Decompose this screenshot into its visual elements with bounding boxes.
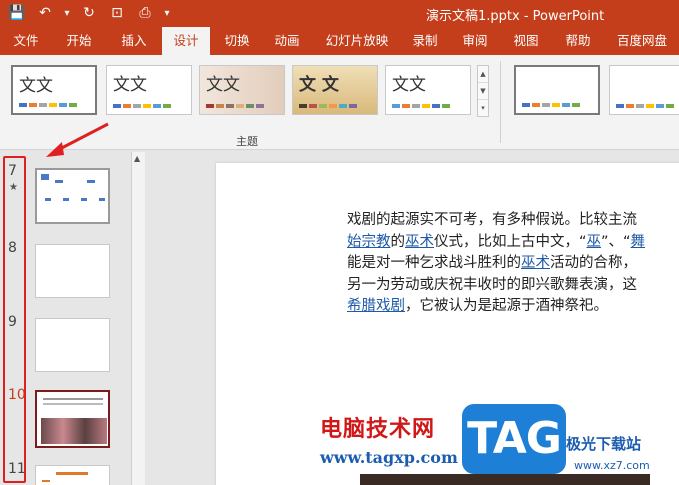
watermark-site-name: 电脑技术网 [320, 417, 436, 442]
theme-gallery-scroll[interactable]: ▲ ▼ ▾ [477, 65, 489, 117]
text-line: 希腊戏剧，它被认为是起源于酒神祭祀。 [347, 298, 608, 314]
thumbnail-scrollbar[interactable]: ▲ [131, 152, 145, 485]
theme-sample-text: 文 文 [299, 75, 339, 95]
theme-2[interactable]: 文文 [106, 65, 192, 115]
tab-home[interactable]: 开始 [58, 27, 100, 55]
quick-access-toolbar: 💾 ↶ ▾ ↻ ⊡ ⎙ ▾ [6, 2, 172, 24]
theme-sample-text: 文文 [392, 75, 426, 95]
save-icon[interactable]: 💾 [6, 2, 28, 24]
tab-record[interactable]: 录制 [404, 27, 446, 55]
watermark-url: www.tagxp.com [320, 448, 458, 467]
theme-3[interactable]: 文文 [199, 65, 285, 115]
tab-slideshow[interactable]: 幻灯片放映 [318, 27, 396, 55]
tab-transitions[interactable]: 切换 [216, 27, 258, 55]
variant-1[interactable] [514, 65, 600, 115]
theme-sample-text: 文文 [206, 75, 240, 95]
theme-swatches [206, 104, 264, 108]
watermark-download-site: 极光下载站 [566, 435, 642, 453]
text-line: 能是对一种乞求战斗胜利的巫术活动的合称， [347, 255, 637, 271]
hyperlink[interactable]: 始宗教 [347, 234, 391, 250]
ribbon-tab-bar: 文件 开始 插入 设计 切换 动画 幻灯片放映 录制 审阅 视图 帮助 百度网盘 [0, 27, 679, 55]
gallery-down-icon[interactable]: ▼ [478, 83, 488, 100]
tab-design[interactable]: 设计 [162, 27, 210, 55]
tab-review[interactable]: 审阅 [454, 27, 496, 55]
themes-group-label: 主题 [236, 135, 258, 148]
theme-4[interactable]: 文 文 [292, 65, 378, 115]
slide-thumbnail-8[interactable] [35, 244, 110, 298]
ribbon-divider [500, 61, 501, 143]
variant-swatches [522, 103, 580, 107]
text-line: 另一为劳动或庆祝丰收时的即兴歌舞表演，这 [347, 276, 637, 293]
document-title: 演示文稿1.pptx - PowerPoint [426, 9, 605, 24]
text-line: 始宗教的巫术仪式，比如上古中文，“巫”、“舞 [347, 233, 646, 250]
tab-insert[interactable]: 插入 [113, 27, 155, 55]
tab-help[interactable]: 帮助 [557, 27, 599, 55]
theme-sample-text: 文文 [19, 76, 53, 96]
text-line: 戏剧的起源实不可考，有多种假说。比较主流 [347, 212, 637, 228]
present-icon[interactable]: ⊡ [106, 2, 128, 24]
theme-swatches [113, 104, 171, 108]
slide-image [360, 474, 650, 485]
theme-swatches [299, 104, 357, 108]
slide-thumbnail-9[interactable] [35, 318, 110, 372]
slide-body-text[interactable]: 戏剧的起源实不可考，有多种假说。比较主流 始宗教的巫术仪式，比如上古中文，“巫”… [347, 210, 679, 318]
tab-file[interactable]: 文件 [5, 27, 47, 55]
theme-office[interactable]: 文文 [11, 65, 97, 115]
hyperlink[interactable]: 舞 [631, 234, 646, 250]
theme-swatches [19, 103, 77, 107]
hyperlink[interactable]: 巫术 [405, 234, 434, 250]
redo-icon[interactable]: ↻ [78, 2, 100, 24]
theme-swatches [392, 104, 450, 108]
watermark-download-url: www.xz7.com [574, 459, 650, 472]
gallery-up-icon[interactable]: ▲ [478, 66, 488, 83]
slide-thumbnail-7[interactable] [35, 168, 110, 224]
preview-icon[interactable]: ⎙ [134, 2, 156, 24]
theme-sample-text: 文文 [113, 75, 147, 95]
tab-view[interactable]: 视图 [505, 27, 547, 55]
theme-5[interactable]: 文文 [385, 65, 471, 115]
slide-thumbnail-11[interactable] [35, 465, 110, 485]
qat-customize-icon[interactable]: ▾ [162, 2, 172, 24]
hyperlink[interactable]: 巫术 [521, 255, 550, 271]
tab-baidu-netdisk[interactable]: 百度网盘 [610, 27, 674, 55]
highlight-box [3, 156, 26, 483]
gallery-more-icon[interactable]: ▾ [478, 100, 488, 117]
hyperlink[interactable]: 希腊戏剧 [347, 298, 405, 314]
slide-thumbnail-10[interactable] [35, 390, 110, 448]
hyperlink[interactable]: 巫 [587, 234, 602, 250]
undo-dropdown-icon[interactable]: ▾ [62, 2, 72, 24]
undo-icon[interactable]: ↶ [34, 2, 56, 24]
variant-swatches [616, 104, 674, 108]
variant-2[interactable] [609, 65, 679, 115]
red-arrow-annotation [46, 122, 109, 157]
scroll-up-icon[interactable]: ▲ [134, 154, 140, 163]
tab-animations[interactable]: 动画 [266, 27, 308, 55]
title-bar: 💾 ↶ ▾ ↻ ⊡ ⎙ ▾ 演示文稿1.pptx - PowerPoint [0, 0, 679, 27]
watermark-tag-logo: TAG [462, 404, 566, 474]
